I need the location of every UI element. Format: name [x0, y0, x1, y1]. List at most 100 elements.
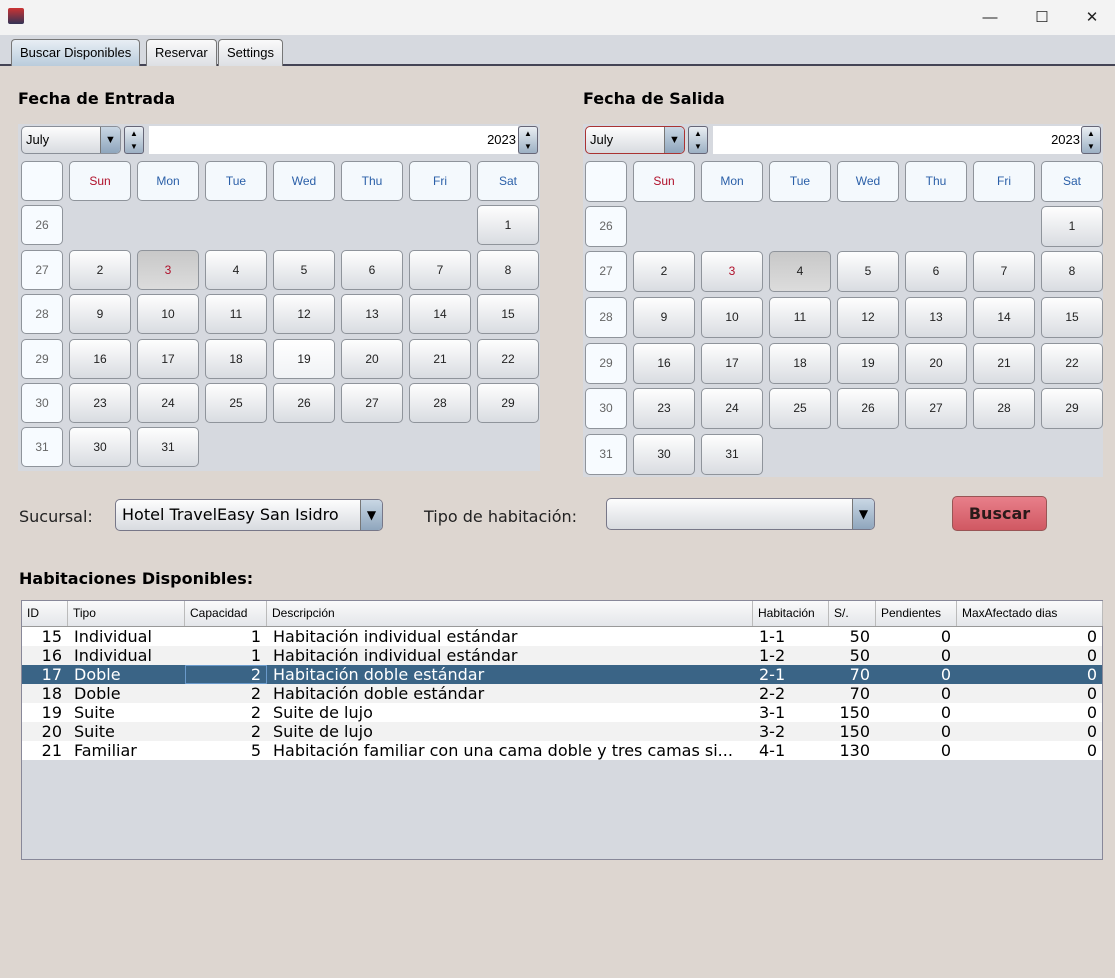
month-spinner[interactable]: ▲ ▼ [688, 126, 708, 154]
sucursal-combo[interactable]: Hotel TravelEasy San Isidro ▼ [115, 499, 383, 531]
day-4[interactable]: 4 [205, 250, 267, 290]
column-header[interactable]: Pendientes [876, 601, 957, 626]
day-9[interactable]: 9 [633, 297, 695, 338]
year-spinner[interactable]: ▲ ▼ [518, 126, 538, 154]
day-17[interactable]: 17 [701, 343, 763, 384]
tab-reservar[interactable]: Reservar [146, 39, 217, 66]
day-3[interactable]: 3 [701, 251, 763, 292]
day-10[interactable]: 10 [137, 294, 199, 334]
day-31[interactable]: 31 [137, 427, 199, 467]
day-10[interactable]: 10 [701, 297, 763, 338]
day-20[interactable]: 20 [341, 339, 403, 379]
day-3[interactable]: 3 [137, 250, 199, 290]
day-30[interactable]: 30 [69, 427, 131, 467]
day-8[interactable]: 8 [477, 250, 539, 290]
dropdown-arrow-icon[interactable]: ▼ [360, 500, 382, 530]
day-28[interactable]: 28 [973, 388, 1035, 429]
tipo-habitacion-combo[interactable]: ▼ [606, 498, 875, 530]
day-27[interactable]: 27 [341, 383, 403, 423]
day-13[interactable]: 13 [341, 294, 403, 334]
day-14[interactable]: 14 [973, 297, 1035, 338]
column-header[interactable]: ID [22, 601, 68, 626]
day-9[interactable]: 9 [69, 294, 131, 334]
column-header[interactable]: Tipo [68, 601, 185, 626]
buscar-button[interactable]: Buscar [952, 496, 1047, 531]
table-row[interactable]: 18 Doble 2 Habitación doble estándar 2-2 70 0 0 [22, 684, 1102, 703]
day-8[interactable]: 8 [1041, 251, 1103, 292]
table-row[interactable]: 15 Individual 1 Habitación individual están… [22, 627, 1102, 646]
day-14[interactable]: 14 [409, 294, 471, 334]
day-31[interactable]: 31 [701, 434, 763, 475]
tab-buscar-disponibles[interactable]: Buscar Disponibles [11, 39, 141, 66]
day-16[interactable]: 16 [633, 343, 695, 384]
day-7[interactable]: 7 [973, 251, 1035, 292]
day-23[interactable]: 23 [69, 383, 131, 423]
day-1[interactable]: 1 [1041, 206, 1103, 247]
year-field[interactable]: 2023 [149, 126, 518, 154]
day-27[interactable]: 27 [905, 388, 967, 429]
dropdown-arrow-icon[interactable]: ▼ [664, 127, 684, 153]
day-2[interactable]: 2 [633, 251, 695, 292]
day-21[interactable]: 21 [409, 339, 471, 379]
day-29[interactable]: 29 [477, 383, 539, 423]
day-11[interactable]: 11 [769, 297, 831, 338]
table-row[interactable]: 16 Individual 1 Habitación individual están… [22, 646, 1102, 665]
day-30[interactable]: 30 [633, 434, 695, 475]
day-22[interactable]: 22 [477, 339, 539, 379]
day-19[interactable]: 19 [273, 339, 335, 379]
day-13[interactable]: 13 [905, 297, 967, 338]
weekday-tue: Tue [769, 161, 831, 202]
month-select[interactable]: July ▼ [21, 126, 121, 154]
column-header[interactable]: MaxAfectado dias [957, 601, 1103, 626]
day-24[interactable]: 24 [137, 383, 199, 423]
day-15[interactable]: 15 [1041, 297, 1103, 338]
tab-settings[interactable]: Settings [218, 39, 283, 66]
dropdown-arrow-icon[interactable]: ▼ [852, 499, 874, 529]
day-18[interactable]: 18 [205, 339, 267, 379]
day-16[interactable]: 16 [69, 339, 131, 379]
minimize-button[interactable]: — [967, 0, 1013, 35]
day-1[interactable]: 1 [477, 205, 539, 245]
day-15[interactable]: 15 [477, 294, 539, 334]
day-25[interactable]: 25 [769, 388, 831, 429]
day-29[interactable]: 29 [1041, 388, 1103, 429]
table-row[interactable]: 21 Familiar 5 Habitación familiar con una c… [22, 741, 1102, 760]
day-12[interactable]: 12 [273, 294, 335, 334]
day-17[interactable]: 17 [137, 339, 199, 379]
day-6[interactable]: 6 [341, 250, 403, 290]
year-field[interactable]: 2023 [713, 126, 1082, 154]
year-spinner[interactable]: ▲ ▼ [1081, 126, 1101, 154]
month-select[interactable]: July ▼ [585, 126, 685, 154]
month-spinner[interactable]: ▲ ▼ [124, 126, 144, 154]
day-5[interactable]: 5 [837, 251, 899, 292]
column-header[interactable]: Descripción [267, 601, 753, 626]
column-header[interactable]: S/. [829, 601, 876, 626]
maximize-button[interactable]: ☐ [1019, 0, 1065, 35]
column-header[interactable]: Habitación [753, 601, 829, 626]
day-23[interactable]: 23 [633, 388, 695, 429]
day-22[interactable]: 22 [1041, 343, 1103, 384]
day-11[interactable]: 11 [205, 294, 267, 334]
day-2[interactable]: 2 [69, 250, 131, 290]
close-button[interactable]: ✕ [1069, 0, 1115, 35]
table-row[interactable]: 17 Doble 2 Habitación doble estándar 2-1 70 0 0 [22, 665, 1102, 684]
table-row[interactable]: 19 Suite 2 Suite de lujo 3-1 150 0 0 [22, 703, 1102, 722]
day-19[interactable]: 19 [837, 343, 899, 384]
dropdown-arrow-icon[interactable]: ▼ [100, 127, 120, 153]
day-4[interactable]: 4 [769, 251, 831, 292]
day-28[interactable]: 28 [409, 383, 471, 423]
results-table[interactable]: ID Tipo Capacidad Descripción Habitación S/. P… [21, 600, 1103, 860]
day-24[interactable]: 24 [701, 388, 763, 429]
column-header[interactable]: Capacidad [185, 601, 267, 626]
day-21[interactable]: 21 [973, 343, 1035, 384]
day-20[interactable]: 20 [905, 343, 967, 384]
day-18[interactable]: 18 [769, 343, 831, 384]
day-6[interactable]: 6 [905, 251, 967, 292]
table-row[interactable]: 20 Suite 2 Suite de lujo 3-2 150 0 0 [22, 722, 1102, 741]
day-26[interactable]: 26 [273, 383, 335, 423]
day-7[interactable]: 7 [409, 250, 471, 290]
day-12[interactable]: 12 [837, 297, 899, 338]
day-26[interactable]: 26 [837, 388, 899, 429]
day-25[interactable]: 25 [205, 383, 267, 423]
day-5[interactable]: 5 [273, 250, 335, 290]
